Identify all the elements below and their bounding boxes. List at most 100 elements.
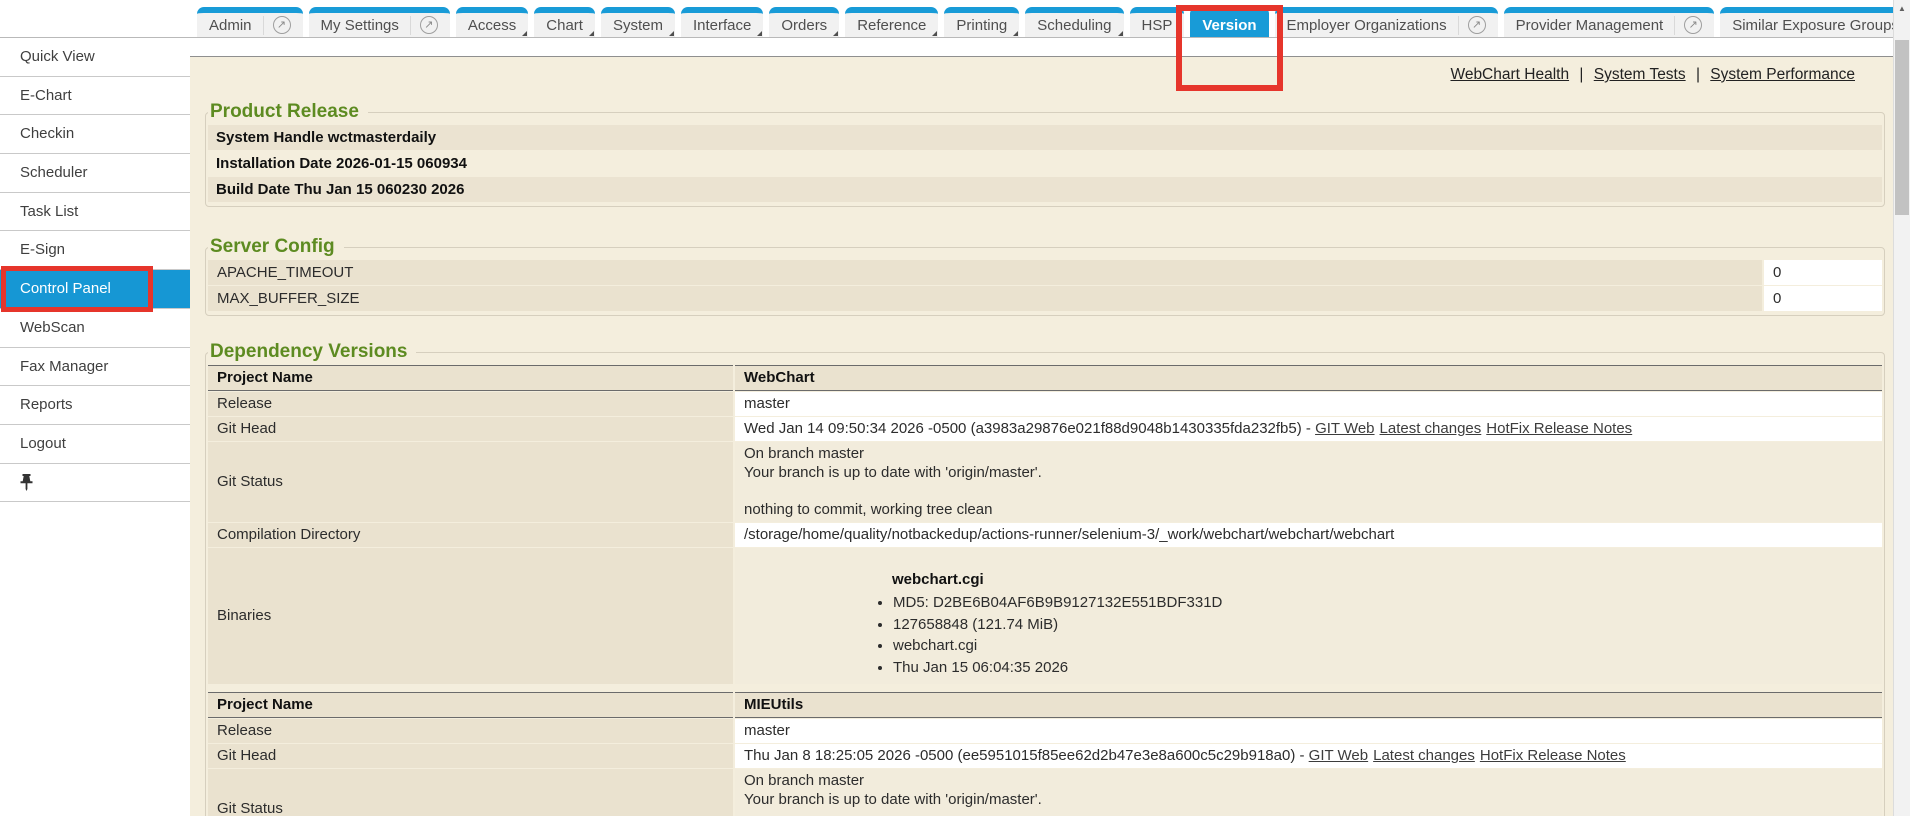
dropdown-corner-icon (757, 31, 762, 36)
git-web-link[interactable]: GIT Web (1309, 747, 1368, 764)
sidebar-item-checkin[interactable]: Checkin (0, 115, 190, 154)
tab-divider (263, 16, 264, 35)
system-performance-link[interactable]: System Performance (1710, 66, 1855, 83)
git-status-label: Git Status (208, 769, 733, 816)
tab-label: Version (1202, 17, 1256, 34)
tab-label: Access (468, 17, 516, 34)
webchart-health-link[interactable]: WebChart Health (1450, 66, 1569, 83)
release-label: Release (208, 392, 733, 416)
scrollbar-up-arrow[interactable]: ▲ (1894, 0, 1910, 16)
release-row: Release master (208, 719, 1882, 743)
dependency-versions-section: Dependency Versions Project Name WebChar… (205, 341, 1885, 816)
compilation-directory-value: /storage/home/quality/notbackedup/action… (735, 523, 1882, 547)
tab-orders[interactable]: Orders (769, 7, 839, 37)
tab-reference[interactable]: Reference (845, 7, 938, 37)
tab-provider-management[interactable]: Provider Management ↗ (1504, 7, 1715, 37)
tab-label: Employer Organizations (1287, 17, 1447, 34)
latest-changes-link[interactable]: Latest changes (1373, 747, 1475, 764)
tab-my-settings[interactable]: My Settings ↗ (309, 7, 450, 37)
server-config-row: APACHE_TIMEOUT 0 (208, 260, 1882, 285)
tab-scheduling[interactable]: Scheduling (1025, 7, 1123, 37)
dropdown-corner-icon (1118, 31, 1123, 36)
tab-label: Scheduling (1037, 17, 1111, 34)
git-head-label: Git Head (208, 744, 733, 768)
tab-label: Similar Exposure Groups (SEGs) (1732, 17, 1910, 34)
dependency-versions-title: Dependency Versions (208, 341, 416, 363)
git-status-line: On branch master (744, 772, 1873, 791)
latest-changes-link[interactable]: Latest changes (1380, 420, 1482, 437)
sidebar-pin-toggle[interactable] (0, 464, 190, 503)
sidebar-item-task-list[interactable]: Task List (0, 193, 190, 232)
tab-interface[interactable]: Interface (681, 7, 763, 37)
compilation-directory-row: Compilation Directory /storage/home/qual… (208, 523, 1882, 547)
tab-label: Chart (546, 17, 583, 34)
sidebar-item-label: Control Panel (20, 280, 111, 297)
sidebar-item-control-panel-active[interactable]: Control Panel (0, 270, 190, 309)
git-head-row: Git Head Thu Jan 8 18:25:05 2026 -0500 (… (208, 744, 1882, 768)
release-row: Release master (208, 392, 1882, 416)
sidebar-item-quick-view[interactable]: Quick View (0, 38, 190, 77)
tab-label: My Settings (321, 17, 399, 34)
git-status-row: Git Status On branch master Your branch … (208, 442, 1882, 522)
sidebar-item-logout[interactable]: Logout (0, 425, 190, 464)
sidebar-item-scheduler[interactable]: Scheduler (0, 154, 190, 193)
tab-label: Interface (693, 17, 751, 34)
tab-label: Admin (209, 17, 252, 34)
tab-access[interactable]: Access (456, 7, 528, 37)
tab-admin[interactable]: Admin ↗ (197, 7, 303, 37)
hotfix-release-notes-link[interactable]: HotFix Release Notes (1480, 747, 1626, 764)
tab-chart[interactable]: Chart (534, 7, 595, 37)
tab-hsp[interactable]: HSP (1130, 7, 1185, 37)
config-value: 0 (1764, 260, 1882, 285)
git-status-value: On branch master Your branch is up to da… (735, 442, 1882, 522)
server-config-row: MAX_BUFFER_SIZE 0 (208, 286, 1882, 311)
git-status-line (744, 482, 1873, 501)
git-status-row: Git Status On branch master Your branch … (208, 769, 1882, 816)
dropdown-corner-icon (932, 31, 937, 36)
sidebar-item-reports[interactable]: Reports (0, 386, 190, 425)
sidebar-item-e-sign[interactable]: E-Sign (0, 231, 190, 270)
server-config-title: Server Config (208, 236, 344, 258)
git-web-link[interactable]: GIT Web (1315, 420, 1374, 437)
hotfix-release-notes-link[interactable]: HotFix Release Notes (1486, 420, 1632, 437)
content-panel: WebChart Health | System Tests | System … (190, 56, 1910, 816)
git-status-line: Your branch is up to date with 'origin/m… (744, 464, 1873, 483)
git-status-value: On branch master Your branch is up to da… (735, 769, 1882, 816)
system-links: WebChart Health | System Tests | System … (205, 57, 1885, 90)
pin-icon (20, 474, 33, 491)
config-value: 0 (1764, 286, 1882, 311)
system-tests-link[interactable]: System Tests (1594, 66, 1686, 83)
sidebar-item-webscan[interactable]: WebScan (0, 309, 190, 348)
vertical-scrollbar[interactable]: ▲ (1893, 0, 1910, 816)
installation-date-row: Installation Date 2026-01-15 060934 (208, 151, 1882, 176)
release-value: master (735, 719, 1882, 743)
binary-date: Thu Jan 15 06:04:35 2026 (893, 657, 1873, 679)
git-head-label: Git Head (208, 417, 733, 441)
tab-divider (410, 16, 411, 35)
sidebar-item-fax-manager[interactable]: Fax Manager (0, 348, 190, 387)
project-name-value: MIEUtils (735, 692, 1882, 718)
binary-name: webchart.cgi (892, 570, 1873, 589)
external-link-icon: ↗ (1684, 16, 1702, 34)
binary-size: 127658848 (121.74 MiB) (893, 614, 1873, 636)
tab-employer-organizations[interactable]: Employer Organizations ↗ (1275, 7, 1498, 37)
compilation-directory-label: Compilation Directory (208, 523, 733, 547)
project-name-label: Project Name (208, 365, 733, 391)
external-link-icon: ↗ (420, 16, 438, 34)
product-release-title: Product Release (208, 101, 368, 123)
binary-filename: webchart.cgi (893, 635, 1873, 657)
sidebar-item-e-chart[interactable]: E-Chart (0, 77, 190, 116)
tab-printing[interactable]: Printing (944, 7, 1019, 37)
tab-divider (1674, 16, 1675, 35)
project-name-value: WebChart (735, 365, 1882, 391)
tab-version-active[interactable]: Version (1190, 7, 1268, 37)
tab-similar-exposure-groups[interactable]: Similar Exposure Groups (SEGs) ↗ (1720, 7, 1910, 37)
git-head-text: Wed Jan 14 09:50:34 2026 -0500 (a3983a29… (744, 420, 1315, 437)
tab-system[interactable]: System (601, 7, 675, 37)
git-status-line (744, 809, 1873, 816)
scrollbar-thumb[interactable] (1895, 40, 1909, 215)
table-gap (208, 685, 1882, 692)
dropdown-corner-icon (1013, 31, 1018, 36)
tab-label: Orders (781, 17, 827, 34)
link-separator: | (1696, 66, 1700, 83)
